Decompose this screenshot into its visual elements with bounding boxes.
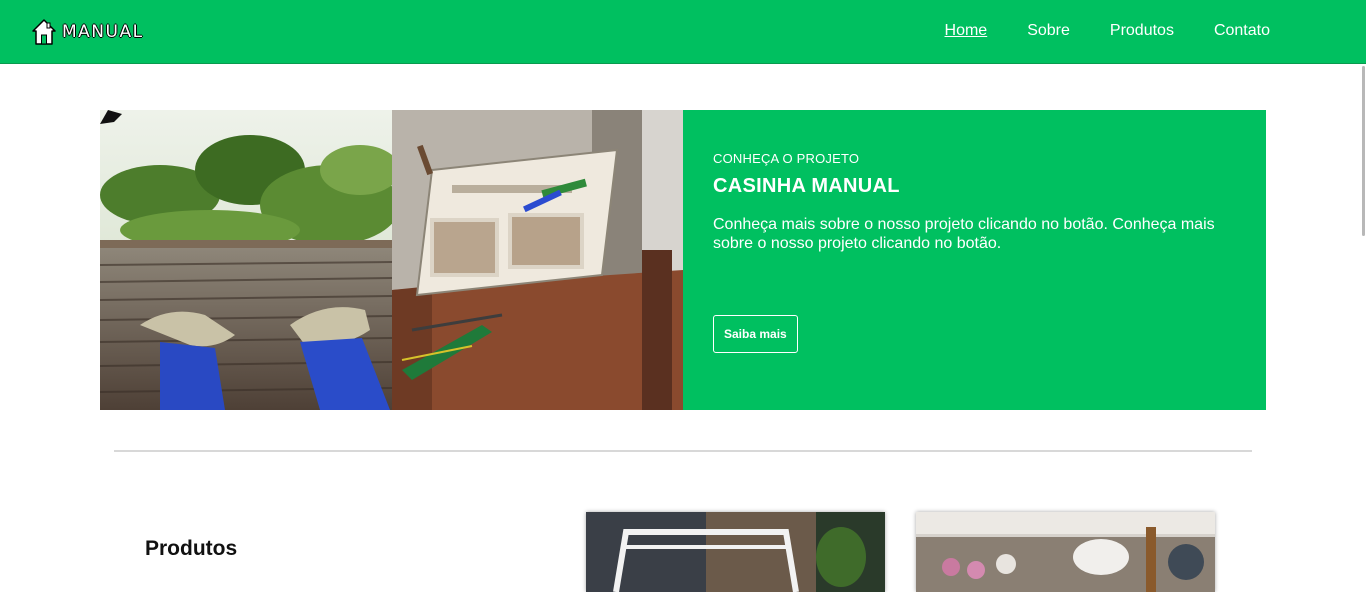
hero-photo-workbench bbox=[392, 110, 683, 410]
navbar: MANUAL Home Sobre Produtos Contato bbox=[0, 0, 1366, 64]
nav-link-sobre[interactable]: Sobre bbox=[1027, 22, 1070, 40]
section-divider bbox=[114, 450, 1252, 452]
scrollbar-thumb[interactable] bbox=[1362, 66, 1365, 236]
hero-title: CASINHA MANUAL bbox=[713, 175, 900, 197]
hero-description: Conheça mais sobre o nosso projeto clica… bbox=[713, 216, 1215, 252]
brand-name: MANUAL bbox=[62, 22, 144, 42]
saiba-mais-button[interactable]: Saiba mais bbox=[713, 315, 798, 353]
product-card[interactable] bbox=[586, 512, 885, 592]
products-section-title: Produtos bbox=[145, 537, 238, 560]
hero-panel: CONHEÇA O PROJETO CASINHA MANUAL Conheça… bbox=[683, 110, 1266, 410]
hero-photo-deck bbox=[100, 110, 392, 410]
nav-link-contato[interactable]: Contato bbox=[1214, 22, 1270, 40]
product-card[interactable] bbox=[916, 512, 1215, 592]
main-nav: Home Sobre Produtos Contato bbox=[945, 22, 1270, 40]
nav-link-home[interactable]: Home bbox=[945, 22, 988, 40]
page-scrollbar[interactable] bbox=[1360, 0, 1366, 575]
nav-link-produtos[interactable]: Produtos bbox=[1110, 22, 1174, 40]
brand-logo[interactable]: MANUAL bbox=[32, 19, 144, 45]
hero-eyebrow: CONHEÇA O PROJETO bbox=[713, 151, 860, 166]
hero-section: CONHEÇA O PROJETO CASINHA MANUAL Conheça… bbox=[100, 110, 1266, 410]
house-icon bbox=[32, 19, 56, 45]
